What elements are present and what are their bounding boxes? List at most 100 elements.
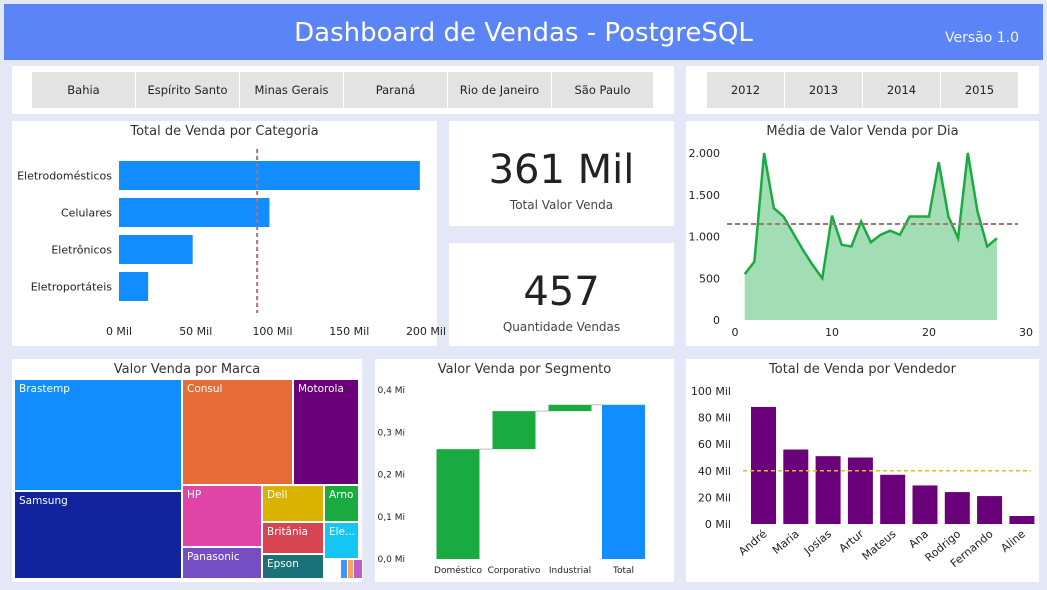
treemap-cell[interactable]: Brastemp [14, 379, 182, 491]
category-bar [119, 272, 149, 301]
treemap-cell[interactable]: Dell [262, 485, 324, 522]
x-tick-label: 0 [732, 326, 739, 339]
vendedor-bar [815, 456, 841, 524]
category-bar [119, 161, 420, 190]
marca-chart-panel[interactable]: Valor Venda por Marca Brastemp Samsung Con… [12, 359, 363, 582]
version-label: Versão 1.0 [944, 30, 1019, 46]
y-tick-label: 1.500 [689, 189, 721, 202]
x-tick-label: Corporativo [488, 566, 541, 576]
categoria-chart: Eletrodomésticos Celulares Eletrônicos Elet… [17, 149, 446, 338]
x-tick-label: André [736, 527, 769, 558]
x-tick-label: 150 Mil [329, 325, 369, 338]
x-tick-label: 20 [922, 326, 936, 339]
dashboard-title: Dashboard de Vendas - PostgreSQL [294, 18, 753, 48]
slicer-state-espirito-santo[interactable]: Espírito Santo [136, 72, 240, 108]
slicer-state-parana[interactable]: Paraná [344, 72, 448, 108]
x-tick-label: 10 [825, 326, 839, 339]
treemap-cell[interactable]: Britânia [262, 522, 324, 554]
kpi-total-value-label: Total Valor Venda [509, 198, 614, 212]
x-tick-label: 0 Mil [106, 325, 132, 338]
y-tick-label: 0,3 Mi [378, 428, 405, 438]
vendedor-bar [1009, 516, 1035, 524]
category-label: Celulares [61, 207, 112, 220]
slicer-year-2014[interactable]: 2014 [863, 72, 941, 108]
y-tick-label: 40 Mil [698, 465, 731, 478]
y-tick-label: 0,1 Mi [378, 513, 405, 523]
category-bar [119, 198, 270, 227]
category-label: Eletrônicos [51, 244, 112, 257]
y-tick-label: 0,4 Mi [378, 386, 405, 396]
x-tick-label: Josias [801, 527, 834, 558]
vendedor-chart-panel[interactable]: Total de Venda por Vendedor 0 Mil 20 Mil 4… [686, 359, 1039, 582]
category-label: Eletroportáteis [31, 281, 113, 294]
waterfall-bar [492, 411, 536, 450]
y-tick-label: 2.000 [689, 147, 721, 160]
category-bar [119, 235, 193, 264]
slicer-state-bahia[interactable]: Bahia [32, 72, 136, 108]
treemap-cell[interactable] [353, 559, 363, 579]
treemap-cell[interactable]: Motorola [293, 379, 359, 485]
waterfall-bar [548, 404, 592, 412]
vendedor-bar [880, 474, 906, 524]
vendedor-bar [977, 496, 1003, 524]
treemap-cell[interactable]: Samsung [14, 491, 182, 579]
y-tick-label: 60 Mil [698, 438, 731, 451]
vendedor-bar [751, 406, 776, 524]
categoria-chart-panel[interactable]: Total de Venda por Categoria Eletrodomés… [12, 121, 446, 346]
marca-treemap: Brastemp Samsung Consul Motorola HP Panasonic… [14, 379, 363, 579]
treemap-cell[interactable]: HP [182, 485, 262, 547]
vendedor-bar [783, 449, 809, 524]
dia-chart-panel[interactable]: Média de Valor Venda por Dia 0 500 1.000 1.… [686, 121, 1039, 346]
treemap-cell[interactable]: Panasonic [182, 547, 262, 579]
state-slicer: Bahia Espírito Santo Minas Gerais Paraná… [12, 66, 674, 114]
slicer-year-2015[interactable]: 2015 [941, 72, 1019, 108]
x-tick-label: Maria [770, 527, 802, 557]
treemap-cell[interactable]: Ele... [324, 522, 359, 559]
x-tick-label: Mateus [860, 527, 899, 563]
x-tick-label: Aline [998, 527, 1028, 555]
treemap-cell[interactable]: Arno [324, 485, 359, 522]
y-tick-label: 20 Mil [698, 491, 731, 504]
x-tick-label: 50 Mil [179, 325, 212, 338]
y-tick-label: 1.000 [689, 231, 721, 244]
dia-chart: 0 500 1.000 1.500 2.000 0 10 20 30 [689, 147, 1034, 339]
vendedor-bar [912, 485, 938, 524]
y-tick-label: 0 [713, 314, 720, 327]
treemap-cell[interactable]: Epson [262, 554, 324, 579]
vendedor-bar [944, 492, 970, 524]
slicer-year-2012[interactable]: 2012 [707, 72, 785, 108]
x-tick-label: Doméstico [434, 565, 482, 576]
y-tick-label: 500 [699, 272, 720, 285]
x-tick-label: Industrial [549, 566, 591, 576]
y-tick-label: 100 Mil [691, 385, 731, 398]
marca-chart-title: Valor Venda por Marca [113, 362, 261, 377]
x-tick-label: 100 Mil [252, 325, 292, 338]
kpi-quantity-card[interactable]: 457 Quantidade Vendas [449, 243, 674, 346]
category-label: Eletrodomésticos [17, 170, 112, 183]
segmento-chart: 0,0 Mi 0,1 Mi 0,2 Mi 0,3 Mi 0,4 Mi Doméstico C… [378, 386, 645, 576]
kpi-quantity-label: Quantidade Vendas [502, 320, 621, 334]
vendedor-bar [847, 457, 873, 524]
slicer-state-minas-gerais[interactable]: Minas Gerais [240, 72, 344, 108]
kpi-total-value: 361 Mil [488, 147, 635, 193]
segmento-chart-panel[interactable]: Valor Venda por Segmento 0,0 Mi 0,1 Mi 0,2… [375, 359, 674, 582]
y-tick-label: 80 Mil [698, 412, 731, 425]
y-tick-label: 0 Mil [705, 518, 731, 531]
slicer-year-2013[interactable]: 2013 [785, 72, 863, 108]
x-tick-label: 30 [1019, 326, 1033, 339]
kpi-quantity: 457 [523, 269, 600, 315]
treemap-cell[interactable]: Consul [182, 379, 293, 485]
x-tick-label: Total [612, 566, 634, 576]
dashboard-header: Dashboard de Vendas - PostgreSQL Versão … [4, 4, 1043, 60]
slicer-state-sao-paulo[interactable]: São Paulo [552, 72, 654, 108]
kpi-total-value-card[interactable]: 361 Mil Total Valor Venda [449, 121, 674, 226]
x-tick-label: Ana [906, 527, 931, 551]
year-slicer: 2012 2013 2014 2015 [686, 66, 1039, 114]
y-tick-label: 0,0 Mi [378, 555, 405, 565]
waterfall-bar [602, 404, 645, 559]
x-tick-label: 200 Mil [406, 325, 446, 338]
y-tick-label: 0,2 Mi [378, 471, 405, 481]
slicer-state-rio-de-janeiro[interactable]: Rio de Janeiro [448, 72, 552, 108]
waterfall-bar [436, 449, 480, 559]
vendedor-chart: 0 Mil 20 Mil 40 Mil 60 Mil 80 Mil 100 Mil Andr… [691, 385, 1035, 570]
